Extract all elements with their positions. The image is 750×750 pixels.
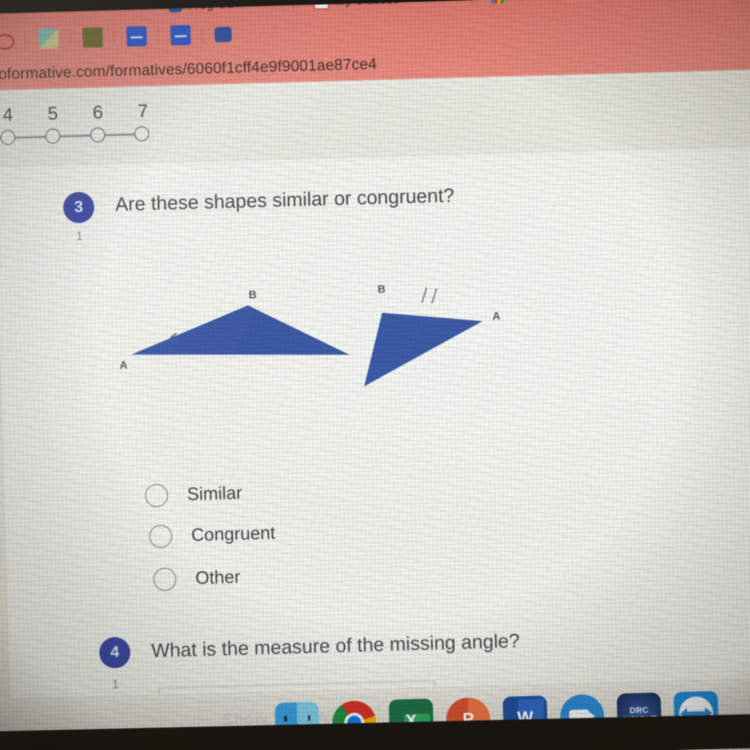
question-stepper: 3 4 5 6 7 (0, 99, 184, 153)
photographed-screen: Frog OS ✕ M My Classes ✕ (0, 0, 750, 750)
triangle-1-vertex-a: A (119, 359, 128, 372)
option-other[interactable]: Other (153, 566, 241, 592)
divider (69, 31, 71, 47)
question-4-points: 1 (111, 677, 120, 692)
stepper-number-6: 6 (92, 101, 104, 123)
question-3-badge: 3 (62, 191, 95, 224)
shield-icon[interactable] (38, 28, 59, 49)
triangle-1-vertex-b: B (248, 289, 257, 302)
triangles-svg (131, 287, 483, 387)
stepper-number-4: 4 (2, 103, 14, 125)
option-label: Congruent (190, 522, 276, 546)
stepper-number-5: 5 (47, 102, 59, 124)
tick-mark-1-triangle-2 (421, 287, 428, 303)
question-3-points: 1 (75, 228, 83, 244)
monitor-screen: Frog OS ✕ M My Classes ✕ (0, 0, 750, 750)
divider (24, 32, 26, 48)
stepper-dot-5[interactable] (45, 128, 61, 144)
option-congruent[interactable]: Congruent (148, 522, 276, 549)
question-3-prompt: Are these shapes similar or congruent? (114, 184, 455, 216)
frog-os-bookmark-icon[interactable] (214, 26, 232, 43)
divider (201, 27, 203, 43)
tab-divider (470, 0, 472, 6)
radio-other[interactable] (153, 567, 177, 592)
stepper-dot-6[interactable] (90, 127, 106, 143)
triangle-2-vertex-b: B (377, 283, 386, 296)
art-icon[interactable] (82, 27, 103, 48)
url-text: goformative.com/formatives/6060f1cff4e9f… (0, 55, 378, 84)
document-icon-2[interactable] (170, 24, 191, 46)
option-label: Similar (186, 482, 243, 505)
stepper-dot-7[interactable] (134, 126, 150, 142)
stepper-connector (0, 133, 146, 140)
tick-mark-2-triangle-2 (431, 288, 438, 304)
question-card: 3 Are these shapes similar or congruent?… (0, 147, 750, 750)
document-icon-1[interactable] (126, 26, 147, 47)
divider (113, 29, 115, 45)
triangles-figure: A B A B (110, 284, 543, 416)
google-colors-icon (490, 0, 504, 4)
stepper-number-7: 7 (137, 100, 149, 122)
radio-congruent[interactable] (148, 524, 173, 549)
page-content: 3 4 5 6 7 3 Are these shapes similar or … (0, 69, 750, 750)
option-similar[interactable]: Similar (144, 482, 243, 508)
triangle-2 (364, 312, 483, 387)
question-4-prompt: What is the measure of the missing angle… (150, 630, 520, 663)
oval-outline-icon[interactable] (0, 33, 15, 51)
question-4-badge: 4 (98, 636, 131, 669)
triangle-2-vertex-a: A (492, 310, 501, 323)
option-label: Other (195, 566, 241, 588)
radio-similar[interactable] (144, 483, 169, 508)
divider (157, 28, 159, 44)
stepper-dot-4[interactable] (0, 129, 16, 146)
triangle-1 (131, 305, 350, 355)
